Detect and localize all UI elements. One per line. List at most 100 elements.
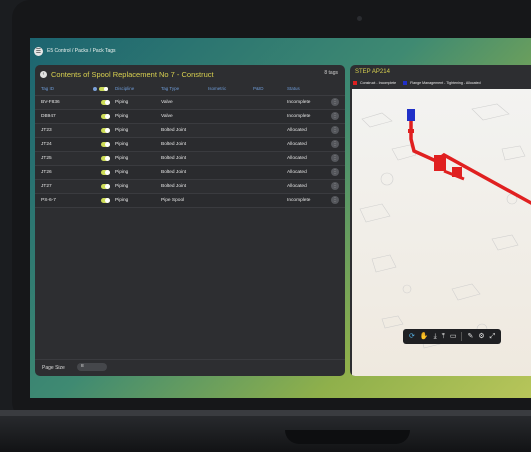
laptop-hinge-notch — [285, 430, 410, 444]
cell-discipline: Piping — [115, 100, 129, 105]
column-header-tag-id[interactable]: Tag ID — [41, 86, 54, 91]
table-row[interactable]: JT26 Piping Bolted Joint Allocated ⋮ — [35, 166, 345, 180]
cell-status: Incomplete — [287, 114, 311, 119]
move-down-icon[interactable]: ⤓ — [434, 333, 437, 340]
row-toggle[interactable] — [101, 100, 110, 105]
table-row[interactable]: BV-F836 Piping Valve Incomplete ⋮ — [35, 96, 345, 110]
row-menu-icon[interactable]: ⋮ — [331, 140, 339, 148]
cell-discipline: Piping — [115, 198, 129, 203]
menu-icon[interactable]: ☰ — [34, 46, 43, 56]
column-header-status[interactable]: Status — [287, 86, 300, 91]
laptop-base-lip — [0, 410, 531, 416]
pack-contents-panel: ‹ Contents of Spool Replacement No 7 - C… — [35, 65, 345, 376]
cell-tag-id: JT24 — [41, 142, 52, 147]
cell-tag-type: Bolted Joint — [161, 184, 187, 189]
row-menu-icon[interactable]: ⋮ — [331, 98, 339, 106]
row-menu-icon[interactable]: ⋮ — [331, 182, 339, 190]
row-toggle[interactable] — [101, 170, 110, 175]
cell-discipline: Piping — [115, 170, 129, 175]
cell-tag-id: JT27 — [41, 184, 52, 189]
row-toggle[interactable] — [101, 184, 110, 189]
cell-status: Allocated — [287, 156, 307, 161]
legend-label-incomplete: Construct - Incomplete — [360, 81, 397, 85]
model-viewer-panel: STEP AP214 Construct - Incomplete Flange… — [350, 65, 531, 376]
cell-status: Incomplete — [287, 100, 311, 105]
header-toggle[interactable] — [99, 87, 108, 91]
pencil-icon[interactable]: ✎ — [467, 333, 473, 340]
panel-header: ‹ Contents of Spool Replacement No 7 - C… — [35, 65, 345, 83]
panel-title: Contents of Spool Replacement No 7 - Con… — [51, 69, 214, 79]
cell-status: Allocated — [287, 128, 307, 133]
toolbar-divider — [461, 332, 463, 341]
camera-icon — [357, 16, 362, 21]
cell-tag-type: Pipe Spool — [161, 198, 185, 203]
cell-tag-id: DB947 — [41, 114, 56, 119]
row-toggle[interactable] — [101, 198, 110, 203]
tags-table: Tag ID Discipline Tag Type Isometric P&I… — [35, 84, 345, 208]
filter-dot-icon[interactable] — [93, 87, 97, 91]
column-header-tag-type[interactable]: Tag Type — [161, 86, 179, 91]
row-menu-icon[interactable]: ⋮ — [331, 154, 339, 162]
row-toggle[interactable] — [101, 114, 110, 119]
cell-discipline: Piping — [115, 114, 129, 119]
orbit-icon[interactable]: ⟳ — [409, 333, 415, 340]
cell-tag-type: Bolted Joint — [161, 156, 187, 161]
column-header-discipline[interactable]: Discipline — [115, 86, 134, 91]
row-menu-icon[interactable]: ⋮ — [331, 112, 339, 120]
cell-tag-id: JT23 — [41, 128, 52, 133]
pan-hand-icon[interactable]: ✋ — [420, 333, 429, 340]
table-body: BV-F836 Piping Valve Incomplete ⋮ DB947 … — [35, 96, 345, 208]
cell-status: Allocated — [287, 184, 307, 189]
cell-discipline: Piping — [115, 184, 129, 189]
column-header-pid[interactable]: P&ID — [253, 86, 264, 91]
app-screen: ☰ E5 Control / Packs / Pack Tags ‹ Conte… — [30, 38, 531, 398]
row-menu-icon[interactable]: ⋮ — [331, 126, 339, 134]
row-menu-icon[interactable]: ⋮ — [331, 196, 339, 204]
row-menu-icon[interactable]: ⋮ — [331, 168, 339, 176]
table-row[interactable]: DB947 Piping Valve Incomplete ⋮ — [35, 110, 345, 124]
cell-discipline: Piping — [115, 128, 129, 133]
collapse-icon[interactable]: ‹ — [40, 70, 47, 78]
page-size-label: Page Size — [42, 365, 65, 371]
viewer-legend: Construct - Incomplete Flange Management… — [353, 81, 481, 85]
highlighted-spool — [407, 109, 531, 205]
viewer-toolbar: ⟳ ✋ ⤓ ⤒ ▭ ✎ ⚙ ⤢ — [403, 329, 502, 344]
table-row[interactable]: JT25 Piping Bolted Joint Allocated ⋮ — [35, 152, 345, 166]
cell-tag-type: Bolted Joint — [161, 170, 187, 175]
page-size-select[interactable]: 8 — [77, 363, 107, 371]
table-row[interactable]: PS-6-7 Piping Pipe Spool Incomplete ⋮ — [35, 194, 345, 208]
header-toggle-controls[interactable] — [93, 87, 108, 91]
cell-status: Allocated — [287, 142, 307, 147]
cell-tag-type: Bolted Joint — [161, 128, 187, 133]
cell-tag-id: PS-6-7 — [41, 198, 56, 203]
app-titlebar: ☰ E5 Control / Packs / Pack Tags — [30, 44, 116, 58]
move-up-icon[interactable]: ⤒ — [442, 333, 445, 340]
table-row[interactable]: JT27 Piping Bolted Joint Allocated ⋮ — [35, 180, 345, 194]
cell-tag-type: Valve — [161, 114, 173, 119]
cell-tag-id: BV-F836 — [41, 100, 60, 105]
cell-status: Allocated — [287, 170, 307, 175]
cell-tag-id: JT26 — [41, 170, 52, 175]
background-equipment-wireframe — [359, 103, 526, 349]
row-toggle[interactable] — [101, 142, 110, 147]
cell-discipline: Piping — [115, 142, 129, 147]
cell-tag-type: Valve — [161, 100, 173, 105]
viewer-title: STEP AP214 — [355, 69, 390, 75]
table-row[interactable]: JT23 Piping Bolted Joint Allocated ⋮ — [35, 124, 345, 138]
table-row[interactable]: JT24 Piping Bolted Joint Allocated ⋮ — [35, 138, 345, 152]
row-toggle[interactable] — [101, 156, 110, 161]
legend-label-allocated: Flange Management - Tightening - Allocat… — [410, 81, 481, 85]
legend-swatch-allocated — [403, 81, 408, 85]
table-footer: Page Size 8 — [35, 359, 345, 376]
breadcrumb: E5 Control / Packs / Pack Tags — [47, 48, 116, 54]
row-toggle[interactable] — [101, 128, 110, 133]
legend-swatch-incomplete — [353, 81, 357, 85]
cell-tag-type: Bolted Joint — [161, 142, 187, 147]
column-header-isometric[interactable]: Isometric — [208, 86, 226, 91]
settings-icon[interactable]: ⚙ — [478, 333, 484, 340]
cell-discipline: Piping — [115, 156, 129, 161]
camera-icon[interactable]: ▭ — [450, 333, 457, 340]
cell-status: Incomplete — [287, 198, 311, 203]
tag-count-badge: 8 tags — [324, 70, 338, 76]
expand-icon[interactable]: ⤢ — [490, 333, 496, 340]
